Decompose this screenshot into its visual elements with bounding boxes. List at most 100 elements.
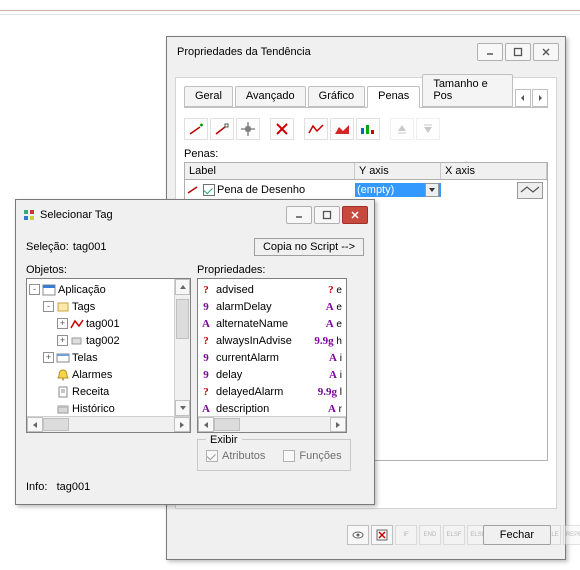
tree-node-label: tag002: [86, 335, 120, 347]
close-dialog-button[interactable]: Fechar: [483, 525, 551, 545]
expand-icon[interactable]: +: [57, 335, 68, 346]
tree-node[interactable]: + tag001: [29, 315, 188, 332]
pen-row-icon: [187, 185, 201, 195]
prop-type-icon: ?: [200, 386, 212, 398]
pen-add-icon[interactable]: [184, 118, 208, 140]
tab-scroll-right[interactable]: [532, 89, 548, 107]
property-row[interactable]: ?alwaysInAdvise9.9g h: [200, 332, 344, 349]
move-down-icon[interactable]: [416, 118, 440, 140]
prop-name: advised: [216, 284, 310, 296]
tab-geral[interactable]: Geral: [184, 86, 233, 107]
properties-list[interactable]: ? advised ? e 9alarmDelayA eAalternateNameA…: [197, 278, 347, 433]
pen-edit-icon[interactable]: [210, 118, 234, 140]
kw-elsf-icon: ELSF: [443, 525, 465, 545]
tag-close-button[interactable]: [342, 206, 368, 224]
selection-value: tag001: [73, 241, 107, 253]
col-label[interactable]: Label: [185, 163, 355, 179]
pen-toolbar: [184, 118, 548, 140]
tab-avancado[interactable]: Avançado: [235, 86, 306, 107]
tree-node-label: Receita: [72, 386, 109, 398]
scroll-right-icon[interactable]: [174, 417, 190, 432]
tree-node-label: Alarmes: [72, 369, 112, 381]
pen-yaxis-value: (empty): [357, 184, 394, 196]
col-xaxis[interactable]: X axis: [441, 163, 547, 179]
scroll-up-icon[interactable]: [175, 279, 190, 295]
copy-to-script-button[interactable]: Copia no Script -->: [254, 238, 364, 256]
pen-yaxis-cell[interactable]: (empty): [355, 183, 441, 197]
objects-tree[interactable]: -Aplicação-Tags+tag001+tag002+TelasAlarm…: [26, 278, 191, 433]
tag-titlebar[interactable]: Selecionar Tag: [16, 200, 374, 230]
property-row[interactable]: 9delayA i: [200, 366, 344, 383]
scroll-thumb[interactable]: [176, 299, 189, 339]
app-icon: [42, 284, 56, 296]
penas-section-label: Penas:: [184, 148, 548, 160]
style-line-icon[interactable]: [304, 118, 328, 140]
scroll-down-icon[interactable]: [175, 400, 190, 416]
tree-node[interactable]: +Telas: [29, 349, 188, 366]
pen-center-icon[interactable]: [236, 118, 260, 140]
pen-xaxis-spark-icon[interactable]: [517, 182, 543, 199]
minimize-button[interactable]: [477, 43, 503, 61]
script-eye-icon[interactable]: [347, 525, 369, 545]
property-row[interactable]: AdescriptionA r: [200, 400, 344, 417]
tree-node-label: tag001: [86, 318, 120, 330]
objects-label: Objetos:: [26, 264, 191, 276]
prop-type-icon: A: [200, 403, 212, 415]
tree-node[interactable]: Alarmes: [29, 366, 188, 383]
pen-row[interactable]: Pena de Desenho (empty): [185, 180, 547, 200]
tree-node-label: Tags: [72, 301, 95, 313]
tree-node[interactable]: + tag002: [29, 332, 188, 349]
hist-icon: [56, 403, 70, 415]
prop-suffix: A r: [314, 403, 344, 415]
property-row[interactable]: 9currentAlarmA i: [200, 349, 344, 366]
collapse-icon[interactable]: -: [43, 301, 54, 312]
tag-maximize-button[interactable]: [314, 206, 340, 224]
property-row[interactable]: ?delayedAlarm9.9g l: [200, 383, 344, 400]
maximize-button[interactable]: [505, 43, 531, 61]
tab-tamanho-pos[interactable]: Tamanho e Pos: [422, 74, 513, 107]
property-row[interactable]: ?advised? e: [200, 281, 344, 298]
tree-node[interactable]: - Tags: [29, 298, 188, 315]
expand-icon[interactable]: +: [57, 318, 68, 329]
tab-penas[interactable]: Penas: [367, 86, 420, 108]
tree-v-scrollbar[interactable]: [174, 279, 190, 416]
props-scroll-left-icon[interactable]: [198, 417, 214, 432]
close-button[interactable]: [533, 43, 559, 61]
taggrey-icon: [70, 335, 84, 347]
tree-node[interactable]: Histórico: [29, 400, 188, 417]
info-label: Info:: [26, 481, 47, 493]
scroll-left-icon[interactable]: [27, 417, 43, 432]
tree-node[interactable]: -Aplicação: [29, 281, 188, 298]
prop-name: alwaysInAdvise: [216, 335, 310, 347]
prop-type-icon: 9: [200, 369, 212, 381]
prop-name: delayedAlarm: [216, 386, 310, 398]
dropdown-icon: [425, 183, 439, 197]
functions-checkbox: Funções: [283, 450, 341, 462]
property-row[interactable]: 9alarmDelayA e: [200, 298, 344, 315]
script-cancel-icon[interactable]: [371, 525, 393, 545]
move-up-icon[interactable]: [390, 118, 414, 140]
pen-label: Pena de Desenho: [217, 184, 305, 196]
pen-visible-checkbox[interactable]: [203, 184, 215, 196]
prop-suffix: ? e: [314, 284, 344, 296]
tab-grafico[interactable]: Gráfico: [308, 86, 365, 107]
props-h-scrollbar[interactable]: [198, 416, 346, 432]
props-h-thumb[interactable]: [214, 418, 240, 431]
h-thumb[interactable]: [43, 418, 69, 431]
pen-delete-icon[interactable]: [270, 118, 294, 140]
style-bars-icon[interactable]: [356, 118, 380, 140]
trend-titlebar[interactable]: Propriedades da Tendência: [167, 37, 565, 67]
tree-node[interactable]: Receita: [29, 383, 188, 400]
style-area-icon[interactable]: [330, 118, 354, 140]
tab-scroll-left[interactable]: [515, 89, 531, 107]
screens-icon: [56, 352, 70, 364]
expand-icon[interactable]: +: [43, 352, 54, 363]
tree-h-scrollbar[interactable]: [27, 416, 190, 432]
collapse-icon[interactable]: -: [29, 284, 40, 295]
col-yaxis[interactable]: Y axis: [355, 163, 441, 179]
tag-minimize-button[interactable]: [286, 206, 312, 224]
property-row[interactable]: AalternateNameA e: [200, 315, 344, 332]
props-scroll-right-icon[interactable]: [330, 417, 346, 432]
attributes-label: Atributos: [222, 450, 265, 462]
prop-suffix: 9.9g h: [314, 335, 344, 347]
